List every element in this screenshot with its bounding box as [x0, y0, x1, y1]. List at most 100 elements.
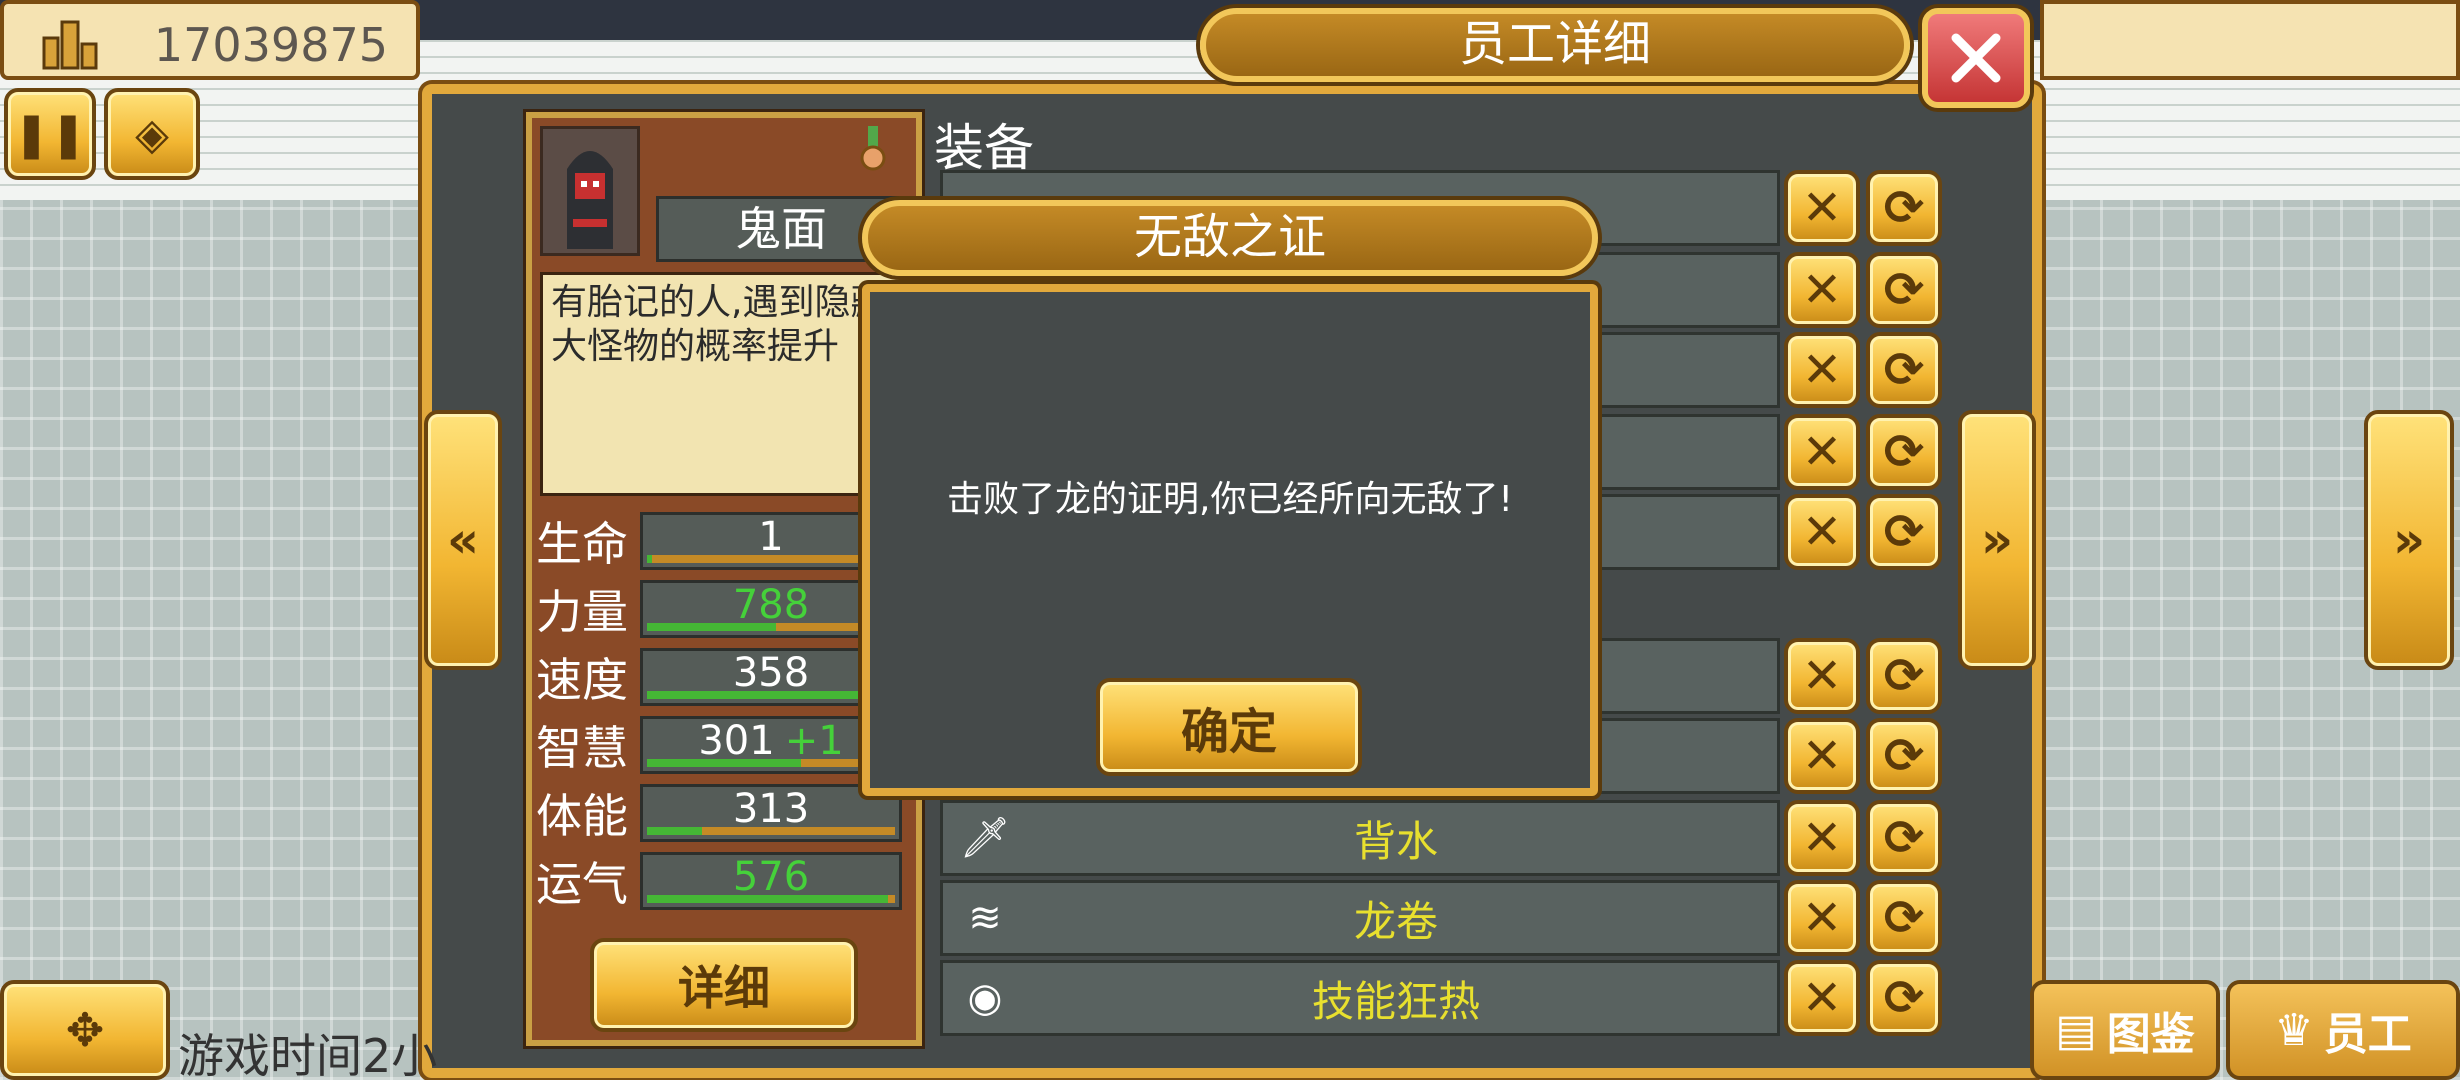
- swap-icon: ⟳: [1883, 342, 1925, 398]
- swap-icon: ⟳: [1883, 648, 1925, 704]
- unequip-button[interactable]: ✕: [1784, 880, 1860, 956]
- prev-employee-button[interactable]: «: [424, 410, 502, 670]
- swap-button[interactable]: ⟳: [1866, 494, 1942, 570]
- x-icon: ✕: [1801, 648, 1843, 704]
- unequip-button[interactable]: ✕: [1784, 800, 1860, 876]
- move-button[interactable]: ✥: [0, 980, 170, 1080]
- swap-icon: ⟳: [1883, 504, 1925, 560]
- stat-value-number: 313: [732, 786, 810, 832]
- skill-name: 龙卷: [1353, 896, 1438, 946]
- swap-icon: ⟳: [1883, 262, 1925, 318]
- coins-button[interactable]: ◈: [104, 88, 200, 180]
- game-time: 游戏时间2小: [178, 1029, 438, 1080]
- swap-button[interactable]: ⟳: [1866, 252, 1942, 328]
- stat-value: 358: [643, 651, 899, 695]
- unequip-button[interactable]: ✕: [1784, 252, 1860, 328]
- window-title: 员工详细: [1200, 8, 1910, 82]
- staff-button[interactable]: ♛ 员工: [2226, 980, 2460, 1080]
- staff-label: 员工: [2323, 1009, 2412, 1060]
- stat-value: 1: [643, 515, 899, 559]
- coins-icon: ◈: [135, 108, 169, 160]
- swap-icon: ⟳: [1883, 810, 1925, 866]
- swap-icon: ⟳: [1883, 890, 1925, 946]
- dialog-message: 击败了龙的证明,你已经所向无敌了!: [947, 479, 1513, 520]
- unequip-button[interactable]: ✕: [1784, 638, 1860, 714]
- double-chevron-right-icon: »: [1980, 511, 2014, 569]
- stat-value-number: 576: [732, 854, 810, 900]
- confirm-button[interactable]: 确定: [1096, 678, 1362, 776]
- stat-label: 速度: [536, 653, 628, 707]
- swap-button[interactable]: ⟳: [1866, 800, 1942, 876]
- stat-bar: 576: [640, 852, 902, 910]
- skill-row[interactable]: ◉ 技能狂热: [940, 960, 1780, 1036]
- skill-name: 背水: [1353, 816, 1438, 866]
- x-icon: ✕: [1801, 180, 1843, 236]
- swap-button[interactable]: ⟳: [1866, 638, 1942, 714]
- swap-button[interactable]: ⟳: [1866, 880, 1942, 956]
- scroll-right-button[interactable]: »: [2364, 410, 2454, 670]
- stat-label: 力量: [536, 585, 628, 639]
- tornado-icon: ≋: [968, 895, 1002, 941]
- double-chevron-right-icon: »: [2392, 511, 2426, 569]
- x-icon: ✕: [1801, 970, 1843, 1026]
- stat-value: 576: [643, 855, 899, 899]
- orb-icon: ◉: [967, 975, 1003, 1021]
- stat-value: 313: [643, 787, 899, 831]
- building-icon: [42, 20, 98, 70]
- x-icon: ✕: [1801, 504, 1843, 560]
- swap-button[interactable]: ⟳: [1866, 960, 1942, 1036]
- swap-icon: ⟳: [1883, 970, 1925, 1026]
- stat-label: 生命: [536, 517, 628, 571]
- stat-value-number: 358: [732, 650, 810, 696]
- unequip-button[interactable]: ✕: [1784, 170, 1860, 246]
- swap-button[interactable]: ⟳: [1866, 414, 1942, 490]
- x-icon: ✕: [1801, 342, 1843, 398]
- ghost-mask-avatar-icon: [567, 151, 613, 249]
- stat-value: 788: [643, 583, 899, 627]
- stat-value-number: 1: [758, 514, 784, 560]
- swap-icon: ⟳: [1883, 424, 1925, 480]
- close-button[interactable]: [1922, 8, 2030, 108]
- next-employee-button[interactable]: »: [1958, 410, 2036, 670]
- crown-icon: ♛: [2274, 1004, 2314, 1056]
- double-chevron-left-icon: «: [446, 511, 480, 569]
- employee-description: 有胎记的人,遇到隐藏大怪物的概率提升: [540, 272, 910, 496]
- unequip-button[interactable]: ✕: [1784, 414, 1860, 490]
- x-icon: ✕: [1801, 890, 1843, 946]
- stat-value: 301 +1: [643, 719, 899, 763]
- detail-button[interactable]: 详细: [590, 938, 858, 1032]
- skill-row[interactable]: ≋ 龙卷: [940, 880, 1780, 956]
- unequip-button[interactable]: ✕: [1784, 494, 1860, 570]
- stat-label: 运气: [536, 857, 628, 911]
- top-right-panel: [2040, 0, 2460, 80]
- stat-label: 体能: [536, 789, 628, 843]
- stat-value-number: 788: [732, 582, 810, 628]
- swap-button[interactable]: ⟳: [1866, 332, 1942, 408]
- skill-row[interactable]: 🗡 背水: [940, 800, 1780, 876]
- medal-icon: [860, 126, 886, 171]
- x-icon: ✕: [1801, 262, 1843, 318]
- book-icon: ▤: [2055, 1004, 2097, 1056]
- swap-icon: ⟳: [1883, 728, 1925, 784]
- skill-name: 技能狂热: [1311, 976, 1480, 1026]
- unequip-button[interactable]: ✕: [1784, 332, 1860, 408]
- swap-button[interactable]: ⟳: [1866, 718, 1942, 794]
- money-panel: 17039875: [0, 0, 420, 80]
- unequip-button[interactable]: ✕: [1784, 718, 1860, 794]
- sword-icon: 🗡: [959, 815, 1011, 861]
- move-arrows-icon: ✥: [65, 1003, 105, 1057]
- pause-button[interactable]: ❚❚: [4, 88, 96, 180]
- x-icon: ✕: [1801, 728, 1843, 784]
- close-icon: [1951, 33, 2001, 83]
- swap-icon: ⟳: [1883, 180, 1925, 236]
- money-value: 17039875: [153, 18, 388, 72]
- unequip-button[interactable]: ✕: [1784, 960, 1860, 1036]
- encyclopedia-button[interactable]: ▤ 图鉴: [2030, 980, 2220, 1080]
- encyclopedia-label: 图鉴: [2106, 1009, 2195, 1060]
- stat-value-number: 301: [698, 718, 775, 764]
- x-icon: ✕: [1801, 810, 1843, 866]
- swap-button[interactable]: ⟳: [1866, 170, 1942, 246]
- stat-bonus: +1: [784, 718, 844, 764]
- stat-label: 智慧: [536, 721, 628, 775]
- employee-portrait: [540, 126, 640, 256]
